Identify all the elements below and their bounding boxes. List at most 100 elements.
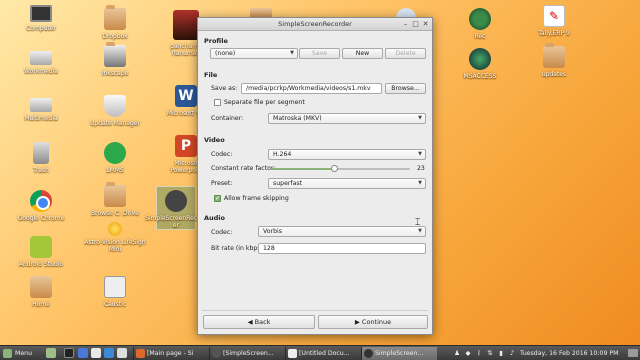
desktop-icon-android-studio[interactable]: Android Studio: [5, 236, 77, 268]
mouse-cursor-icon: ⌶: [415, 218, 421, 228]
container-select-value: Matroska (MKV): [273, 115, 322, 122]
save-profile-button[interactable]: Save: [299, 48, 340, 59]
window-titlebar[interactable]: SimpleScreenRecorder – □ ✕: [198, 18, 432, 31]
rec-icon: [469, 8, 491, 30]
desktop-icon-multimedia[interactable]: Multimedia: [5, 92, 77, 122]
audio-codec-label: Codec:: [211, 229, 233, 236]
battery-icon[interactable]: ▮: [497, 349, 505, 357]
desktop-icon-google-chrome[interactable]: Google Chrome: [5, 190, 77, 222]
clock[interactable]: Tuesday, 16 Feb 2016 10:09 PM: [520, 347, 618, 360]
desktop-icon-label: Google Chrome: [17, 215, 65, 222]
save-as-label: Save as:: [211, 85, 238, 92]
video-codec-value: H.264: [273, 151, 292, 158]
desktop-icon-label: Trash: [33, 167, 49, 174]
sun-icon: [108, 222, 122, 236]
separate-file-checkbox[interactable]: [214, 99, 221, 106]
new-profile-button[interactable]: New: [342, 48, 383, 59]
chevron-down-icon: ▼: [418, 115, 422, 121]
minimize-icon[interactable]: –: [401, 20, 410, 29]
desktop-icon-label: Astro-Vision LifeSign Mini: [84, 239, 146, 253]
desktop-icon-label: Computer: [26, 25, 56, 32]
user-icon[interactable]: ♟: [453, 349, 461, 357]
profile-select[interactable]: (none) ▼: [210, 48, 298, 59]
inkscape-icon: [104, 42, 126, 67]
delete-profile-button[interactable]: Delete: [385, 48, 426, 59]
close-icon[interactable]: ✕: [421, 20, 430, 29]
taskbar-window-main-page[interactable]: [Main page - Si: [133, 347, 209, 360]
chevron-down-icon: ▼: [290, 50, 294, 56]
desktop-icon-trash[interactable]: Trash: [5, 142, 77, 174]
crf-value: 23: [417, 165, 425, 172]
container-label: Container:: [211, 115, 244, 122]
profile-section-title: Profile: [204, 37, 228, 45]
desktop-icon-workmedia[interactable]: Workmedia: [5, 45, 77, 75]
bitrate-input[interactable]: 128: [258, 243, 426, 254]
audio-section-title: Audio: [204, 214, 226, 222]
powerpoint-icon: P: [175, 135, 197, 157]
terminal-icon[interactable]: [64, 348, 74, 358]
taskbar-window-label: [SimpleScreen...: [223, 350, 274, 357]
ssr-icon: [364, 349, 373, 358]
desktop-icon-msaccess[interactable]: MSACCESS: [444, 48, 516, 80]
desktop-icon-label: Tally.ERP 9: [538, 30, 570, 37]
files-launcher-icon[interactable]: [91, 348, 101, 358]
network-icon[interactable]: ⇅: [486, 349, 494, 357]
desktop-icon-dropbox[interactable]: Dropbox: [79, 5, 151, 40]
crf-slider-fill: [270, 168, 335, 170]
chrome-icon: [30, 190, 52, 212]
desktop-icon-label: Multimedia: [24, 115, 58, 122]
taskbar-window-ssr-1[interactable]: [SimpleScreen...: [209, 347, 285, 360]
app-launcher-icon[interactable]: [104, 348, 114, 358]
ssr-icon: [212, 349, 221, 358]
workspace-icon[interactable]: [628, 349, 638, 357]
bluetooth-icon[interactable]: ᛒ: [475, 349, 483, 357]
audio-codec-value: Vorbis: [263, 228, 282, 235]
desktop-icon-rec[interactable]: Rec: [444, 8, 516, 40]
tally-icon: ✎: [543, 5, 565, 27]
home-folder-icon: [30, 276, 52, 298]
back-button[interactable]: ◀ Back: [203, 315, 315, 329]
desktop-icon-label: Home: [32, 301, 50, 308]
desktop-icon-updates[interactable]: updates: [518, 43, 590, 78]
taskbar-window-untitled-document[interactable]: [Untitled Docu...: [285, 347, 361, 360]
video-codec-select[interactable]: H.264 ▼: [268, 149, 426, 160]
desktop-icon-home[interactable]: Home: [5, 276, 77, 308]
desktop-icon-caustic[interactable]: Caustic: [79, 276, 151, 308]
caustic-icon: [104, 276, 126, 298]
file-section-title: File: [204, 71, 218, 79]
show-desktop-icon[interactable]: [46, 348, 56, 358]
text-editor-launcher-icon[interactable]: [117, 348, 127, 358]
dropbox-tray-icon[interactable]: ◆: [464, 349, 472, 357]
mint-logo-icon: [3, 348, 12, 358]
desktop-icon-label: updates: [541, 71, 567, 78]
volume-icon[interactable]: ♪: [508, 349, 516, 357]
desktop-icon-tally-erp[interactable]: ✎ Tally.ERP 9: [518, 5, 590, 37]
container-select[interactable]: Matroska (MKV) ▼: [268, 113, 426, 124]
audio-codec-select[interactable]: Vorbis ▼: [258, 226, 426, 237]
taskbar-window-label: [Main page - Si: [147, 350, 194, 357]
back-arrow-icon: ◀: [247, 318, 255, 326]
frame-skipping-checkbox[interactable]: [214, 194, 221, 202]
desktop-icon-label: MSACCESS: [463, 73, 497, 80]
desktop-icon-computer[interactable]: Computer: [5, 5, 77, 32]
shield-launcher-icon[interactable]: [78, 348, 88, 358]
crf-slider-handle[interactable]: [330, 165, 338, 172]
menu-button[interactable]: Menu: [3, 347, 32, 360]
folder-icon: [104, 5, 126, 30]
desktop-icon-update-manager[interactable]: Update Manager: [79, 95, 151, 127]
desktop-icon-label: Caustic: [103, 301, 127, 308]
taskbar-window-ssr-active[interactable]: SimpleScreen...: [361, 347, 437, 360]
crf-slider[interactable]: [270, 168, 410, 170]
continue-button[interactable]: ▶ Continue: [318, 315, 428, 329]
maximize-icon[interactable]: □: [411, 20, 420, 29]
desktop-icon-lmms[interactable]: LMMS: [79, 142, 151, 174]
desktop-icon-label: Workmedia: [24, 68, 58, 75]
preset-select[interactable]: superfast ▼: [268, 178, 426, 189]
folder-icon: [543, 43, 565, 68]
desktop-icon-inkscape[interactable]: Inkscape: [79, 42, 151, 77]
window-title: SimpleScreenRecorder: [278, 20, 352, 28]
browse-button[interactable]: Browse...: [385, 83, 426, 94]
taskbar-window-label: SimpleScreen...: [375, 350, 424, 357]
save-as-input[interactable]: /media/pcrkp/Workmedia/videos/s1.mkv: [241, 83, 382, 94]
chevron-down-icon: ▼: [418, 180, 422, 186]
